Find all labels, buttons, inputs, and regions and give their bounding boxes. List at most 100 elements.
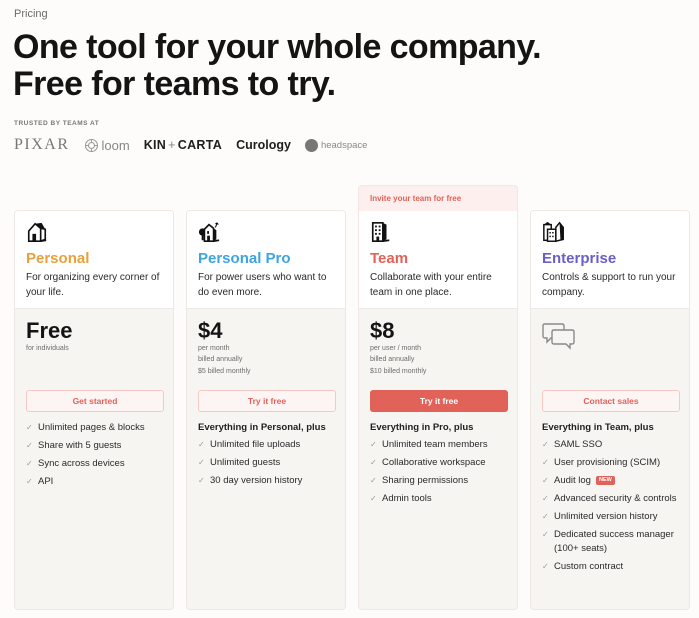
plan-price: $8 xyxy=(370,318,395,343)
plan-name: Team xyxy=(370,250,409,267)
plan-description: Controls & support to run your company. xyxy=(542,272,676,298)
feature-heading: Everything in Personal, plus xyxy=(198,422,326,433)
check-icon: ✓ xyxy=(542,458,549,467)
feature-item: ✓ Collaborative workspace xyxy=(370,456,506,470)
feature-text: Dedicated success manager (100+ seats) xyxy=(554,529,674,554)
plan-header: Enterprise Controls & support to run you… xyxy=(531,211,689,309)
invite-team-ribbon: Invite your team for free xyxy=(359,186,517,211)
feature-item: ✓ Sharing permissions xyxy=(370,474,506,488)
feature-text: Sharing permissions xyxy=(382,475,469,486)
check-icon: ✓ xyxy=(26,459,33,468)
feature-text: API xyxy=(38,476,54,487)
page-headline: One tool for your whole company. Free fo… xyxy=(13,28,542,103)
feature-text: Unlimited file uploads xyxy=(210,439,301,450)
house-with-tree-icon xyxy=(198,220,220,244)
plan-price: $4 xyxy=(198,318,223,343)
office-building-icon xyxy=(370,220,392,244)
logo-kin-carta: KIN + CARTA xyxy=(144,138,222,152)
logo-curology: Curology xyxy=(236,138,291,152)
price-area: $8 per user / month billed annually $10 … xyxy=(359,309,517,389)
price-area xyxy=(531,309,689,389)
feature-text: Unlimited guests xyxy=(210,457,281,468)
check-icon: ✓ xyxy=(370,440,377,449)
logo-pixar: PIXAR xyxy=(14,136,70,153)
city-buildings-icon xyxy=(542,220,564,244)
feature-item: ✓ Unlimited file uploads xyxy=(198,438,334,452)
feature-text: User provisioning (SCIM) xyxy=(554,457,661,468)
plan-description: For power users who want to do even more… xyxy=(198,272,327,298)
trusted-label: TRUSTED BY TEAMS AT xyxy=(14,120,100,127)
contact-sales-button[interactable]: Contact sales xyxy=(542,390,680,412)
feature-item: ✓ Unlimited version history xyxy=(542,510,678,524)
pricing-eyebrow: Pricing xyxy=(14,8,48,20)
feature-text: Unlimited pages & blocks xyxy=(38,422,145,433)
chat-bubbles-icon xyxy=(542,321,576,351)
feature-list: Everything in Personal, plus ✓ Unlimited … xyxy=(187,412,345,488)
logo-headspace: headspace xyxy=(304,138,368,152)
plan-card-team: Invite your team for free Team Collabora… xyxy=(358,185,518,610)
feature-item: ✓ User provisioning (SCIM) xyxy=(542,456,678,470)
feature-item: ✓ Audit log NEW xyxy=(542,474,678,488)
plan-name: Personal Pro xyxy=(198,250,291,267)
check-icon: ✓ xyxy=(542,512,549,521)
feature-text: Custom contract xyxy=(554,561,624,572)
headline-line-1: One tool for your whole company. xyxy=(13,28,542,66)
kin-plus: + xyxy=(168,138,176,152)
feature-list: Everything in Pro, plus ✓ Unlimited team … xyxy=(359,412,517,506)
customer-logos: PIXAR loom KIN + CARTA Curology headspace xyxy=(14,136,367,154)
plan-card-enterprise: Enterprise Controls & support to run you… xyxy=(530,210,690,610)
feature-list: ✓ Unlimited pages & blocks ✓ Share with 5 … xyxy=(15,412,173,489)
try-it-free-button[interactable]: Try it free xyxy=(370,390,508,412)
plan-description: Collaborate with your entire team in one… xyxy=(370,272,492,298)
headspace-text: headspace xyxy=(320,139,368,151)
feature-text: Unlimited version history xyxy=(554,511,658,522)
feature-item: ✓ 30 day version history xyxy=(198,474,334,488)
feature-text: SAML SSO xyxy=(554,439,603,450)
check-icon: ✓ xyxy=(542,530,549,539)
plan-name: Personal xyxy=(26,250,90,267)
feature-item: ✓ Dedicated success manager (100+ seats) xyxy=(542,528,678,556)
feature-text: Share with 5 guests xyxy=(38,440,122,451)
check-icon: ✓ xyxy=(26,423,33,432)
check-icon: ✓ xyxy=(26,477,33,486)
plan-header: Personal For organizing every corner of … xyxy=(15,211,173,309)
price-area: Free for individuals xyxy=(15,309,173,389)
price-subtitle: per month xyxy=(198,345,230,352)
plan-header: Personal Pro For power users who want to… xyxy=(187,211,345,309)
check-icon: ✓ xyxy=(542,494,549,503)
house-icon xyxy=(26,220,48,244)
price-subtitle: per user / month xyxy=(370,345,421,352)
feature-item: ✓ Advanced security & controls xyxy=(542,492,678,506)
headline-line-2: Free for teams to try. xyxy=(13,65,336,103)
check-icon: ✓ xyxy=(542,562,549,571)
feature-item: ✓ Share with 5 guests xyxy=(26,439,162,453)
feature-list: Everything in Team, plus ✓ SAML SSO ✓ User… xyxy=(531,412,689,574)
feature-item: ✓ Custom contract xyxy=(542,560,678,574)
price-billing: billed annually xyxy=(370,356,415,363)
check-icon: ✓ xyxy=(370,494,377,503)
check-icon: ✓ xyxy=(370,476,377,485)
check-icon: ✓ xyxy=(198,458,205,467)
feature-text: Sync across devices xyxy=(38,458,125,469)
feature-heading: Everything in Pro, plus xyxy=(370,422,474,433)
plan-description: For organizing every corner of your life… xyxy=(26,272,160,298)
feature-item: ✓ Admin tools xyxy=(370,492,506,506)
price-subtitle: for individuals xyxy=(26,345,69,352)
logo-loom: loom xyxy=(84,138,130,153)
plan-card-personal-pro: Personal Pro For power users who want to… xyxy=(186,210,346,610)
feature-item: ✓ Unlimited pages & blocks xyxy=(26,421,162,435)
feature-text: Unlimited team members xyxy=(382,439,488,450)
get-started-button[interactable]: Get started xyxy=(26,390,164,412)
feature-item: ✓ Unlimited team members xyxy=(370,438,506,452)
try-it-free-button[interactable]: Try it free xyxy=(198,390,336,412)
carta-text: CARTA xyxy=(177,138,223,152)
check-icon: ✓ xyxy=(542,440,549,449)
kin-text: KIN xyxy=(143,138,167,152)
plan-name: Enterprise xyxy=(542,250,617,267)
feature-text: Audit log xyxy=(554,475,591,486)
loom-icon xyxy=(84,138,98,152)
check-icon: ✓ xyxy=(26,441,33,450)
feature-text: Advanced security & controls xyxy=(554,493,677,504)
headspace-dot-icon xyxy=(304,138,318,152)
check-icon: ✓ xyxy=(198,476,205,485)
